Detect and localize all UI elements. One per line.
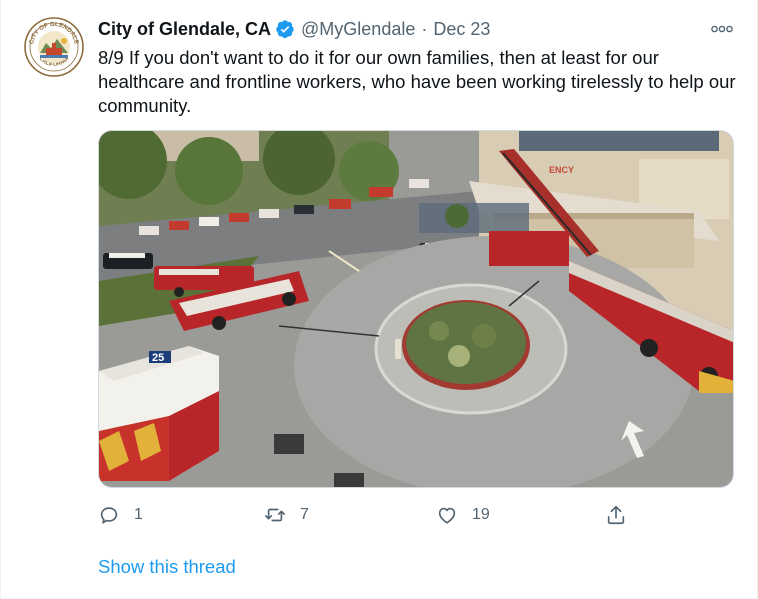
vehicle-number: 25 [152,352,164,364]
author-handle[interactable]: @MyGlendale [301,19,415,40]
author-name[interactable]: City of Glendale, CA [98,19,271,40]
share-icon [607,505,625,525]
like-button[interactable]: 19 [436,500,490,530]
city-seal-logo: CITY OF GLENDALE CALIFORNIA [24,17,84,77]
tweet-date[interactable]: Dec 23 [433,19,490,40]
show-thread-link[interactable]: Show this thread [98,556,236,578]
separator-dot: · [421,18,428,39]
avatar[interactable]: CITY OF GLENDALE CALIFORNIA [24,17,84,77]
like-icon [438,507,456,524]
tweet-photo[interactable]: ENCY 25 [98,130,734,488]
retweet-icon [265,508,285,522]
verified-badge-icon [276,20,294,39]
photo-fire-trucks-hospital: ENCY 25 [99,131,733,487]
retweet-count: 7 [300,506,309,523]
more-options-button[interactable] [710,20,734,38]
more-options-icon [711,25,733,33]
retweet-button[interactable]: 7 [264,500,309,530]
reply-count: 1 [134,506,143,523]
reply-icon [100,507,118,524]
like-count: 19 [472,506,490,523]
tweet-actions: 1 7 19 [98,500,638,530]
share-button[interactable] [605,500,627,530]
reply-button[interactable]: 1 [98,500,143,530]
tweet-card[interactable]: CITY OF GLENDALE CALIFORNIA City of Glen… [0,0,758,599]
hospital-sign: ENCY [549,165,574,175]
tweet-text: 8/9 If you don't want to do it for our o… [98,47,736,116]
tweet-header: City of Glendale, CA @MyGlendale · Dec 2… [98,17,490,41]
